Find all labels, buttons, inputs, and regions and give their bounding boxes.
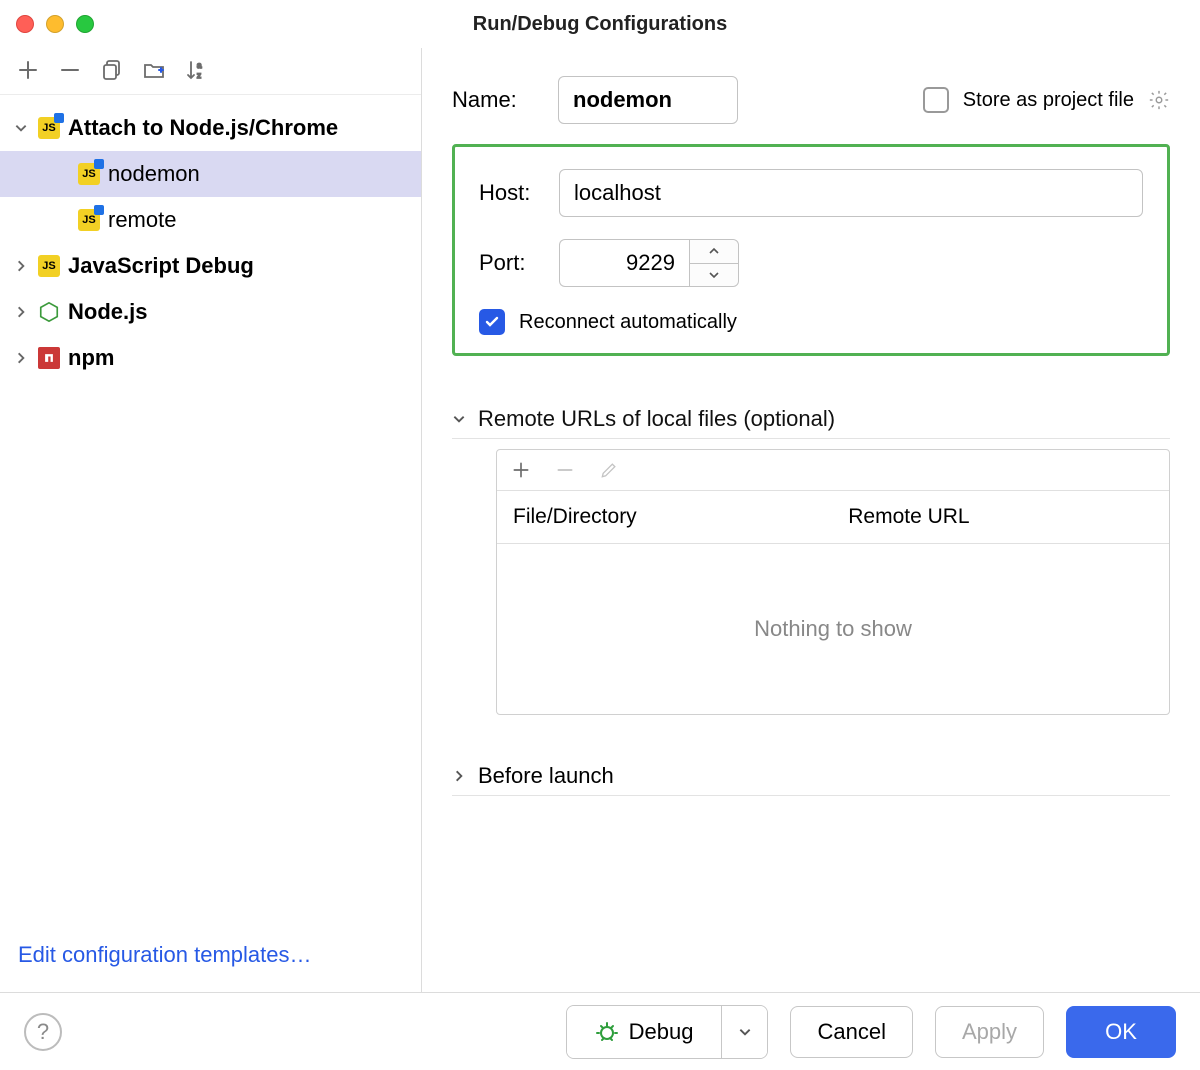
copy-config-icon[interactable] xyxy=(100,58,124,82)
right-pane: Name: Store as project file Host: Port: xyxy=(422,48,1200,992)
tree-node-label: Node.js xyxy=(68,299,147,325)
remote-urls-toolbar xyxy=(497,450,1169,491)
chevron-right-icon[interactable] xyxy=(12,303,30,321)
store-as-file-row: Store as project file xyxy=(923,87,1170,113)
help-icon[interactable]: ? xyxy=(24,1013,62,1051)
tree-node-label: JavaScript Debug xyxy=(68,253,254,279)
js-attach-icon: JS xyxy=(38,117,60,139)
remove-config-icon[interactable] xyxy=(58,58,82,82)
column-remote-url: Remote URL xyxy=(848,505,1153,529)
debug-split-button: Debug xyxy=(566,1005,769,1059)
tree-node-label: remote xyxy=(108,207,176,233)
add-mapping-icon[interactable] xyxy=(511,460,531,480)
npm-icon xyxy=(38,347,60,369)
connection-settings-box: Host: Port: Reconnect automatically xyxy=(452,144,1170,356)
reconnect-label: Reconnect automatically xyxy=(519,311,737,334)
window-zoom-button[interactable] xyxy=(76,15,94,33)
traffic-lights xyxy=(16,15,94,33)
debug-button[interactable]: Debug xyxy=(567,1006,722,1058)
remove-mapping-icon[interactable] xyxy=(555,460,575,480)
before-launch-title: Before launch xyxy=(478,763,614,789)
sort-icon[interactable]: az xyxy=(184,58,208,82)
port-label: Port: xyxy=(479,250,539,276)
dialog-button-bar: ? Debug Cancel Apply OK xyxy=(0,992,1200,1070)
window-title: Run/Debug Configurations xyxy=(0,13,1200,36)
tree-node-nodemon[interactable]: JS nodemon xyxy=(0,151,421,197)
gear-icon[interactable] xyxy=(1148,89,1170,111)
tree-node-label: npm xyxy=(68,345,114,371)
svg-text:a: a xyxy=(197,61,202,70)
port-step-down[interactable] xyxy=(690,264,738,287)
remote-urls-empty: Nothing to show xyxy=(497,544,1169,714)
tree-node-attach[interactable]: JS Attach to Node.js/Chrome xyxy=(0,105,421,151)
debug-button-label: Debug xyxy=(629,1019,694,1045)
js-icon: JS xyxy=(38,255,60,277)
port-row: Port: xyxy=(479,239,1143,287)
window-minimize-button[interactable] xyxy=(46,15,64,33)
tree-node-remote[interactable]: JS remote xyxy=(0,197,421,243)
sidebar-footer: Edit configuration templates… xyxy=(0,942,421,992)
apply-button[interactable]: Apply xyxy=(935,1006,1044,1058)
cancel-button[interactable]: Cancel xyxy=(790,1006,912,1058)
column-file: File/Directory xyxy=(513,505,848,529)
host-input[interactable] xyxy=(559,169,1143,217)
before-launch-header[interactable]: Before launch xyxy=(452,763,1170,796)
chevron-down-icon[interactable] xyxy=(12,119,30,137)
window-close-button[interactable] xyxy=(16,15,34,33)
new-folder-icon[interactable] xyxy=(142,58,166,82)
name-input[interactable] xyxy=(558,76,738,124)
config-tree[interactable]: JS Attach to Node.js/Chrome JS nodemon J… xyxy=(0,95,421,942)
left-pane: az JS Attach to Node.js/Chrome JS nodemo… xyxy=(0,48,422,992)
port-spinner xyxy=(559,239,739,287)
chevron-right-icon[interactable] xyxy=(12,257,30,275)
edit-templates-link[interactable]: Edit configuration templates… xyxy=(18,942,312,968)
chevron-right-icon[interactable] xyxy=(12,349,30,367)
nodejs-icon xyxy=(38,301,60,323)
svg-text:z: z xyxy=(197,71,201,80)
ok-button[interactable]: OK xyxy=(1066,1006,1176,1058)
dialog-body: az JS Attach to Node.js/Chrome JS nodemo… xyxy=(0,48,1200,992)
reconnect-checkbox[interactable] xyxy=(479,309,505,335)
titlebar: Run/Debug Configurations xyxy=(0,0,1200,48)
remote-urls-header[interactable]: Remote URLs of local files (optional) xyxy=(452,406,1170,439)
remote-urls-table: File/Directory Remote URL Nothing to sho… xyxy=(496,449,1170,715)
tree-node-jsdebug[interactable]: JS JavaScript Debug xyxy=(0,243,421,289)
name-row: Name: Store as project file xyxy=(452,76,1170,124)
tree-node-nodejs[interactable]: Node.js xyxy=(0,289,421,335)
js-attach-icon: JS xyxy=(78,163,100,185)
reconnect-row: Reconnect automatically xyxy=(479,309,1143,335)
store-as-file-checkbox[interactable] xyxy=(923,87,949,113)
edit-mapping-icon[interactable] xyxy=(599,460,619,480)
debug-dropdown-caret[interactable] xyxy=(721,1006,767,1058)
chevron-right-icon[interactable] xyxy=(452,763,466,789)
config-toolbar: az xyxy=(0,54,421,95)
chevron-down-icon[interactable] xyxy=(452,406,466,432)
tree-node-label: nodemon xyxy=(108,161,200,187)
add-config-icon[interactable] xyxy=(16,58,40,82)
port-input[interactable] xyxy=(559,239,689,287)
tree-node-npm[interactable]: npm xyxy=(0,335,421,381)
port-step-up[interactable] xyxy=(690,240,738,264)
store-as-file-label: Store as project file xyxy=(963,89,1134,112)
remote-urls-title: Remote URLs of local files (optional) xyxy=(478,406,835,432)
host-label: Host: xyxy=(479,180,539,206)
host-row: Host: xyxy=(479,169,1143,217)
tree-node-label: Attach to Node.js/Chrome xyxy=(68,115,338,141)
name-label: Name: xyxy=(452,87,532,113)
remote-urls-columns: File/Directory Remote URL xyxy=(497,491,1169,544)
js-attach-icon: JS xyxy=(78,209,100,231)
